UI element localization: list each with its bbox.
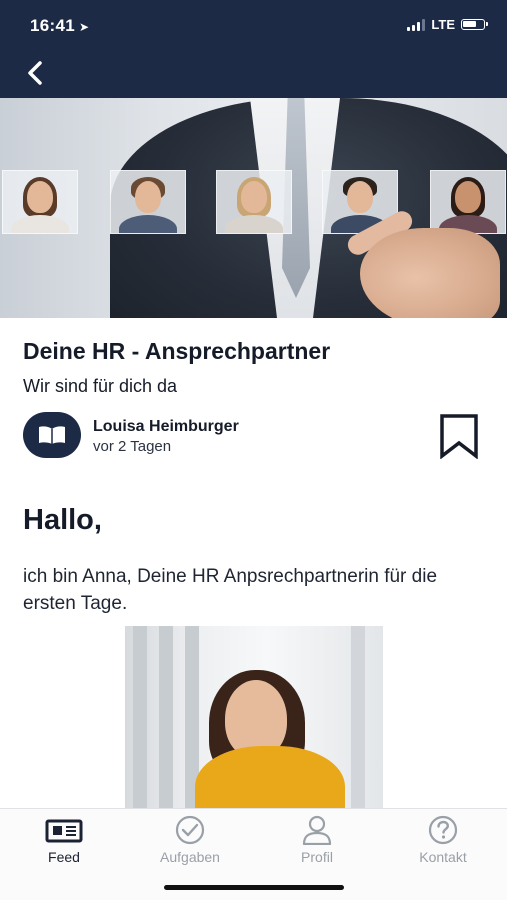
post-timestamp: vor 2 Tagen	[93, 438, 172, 455]
newspaper-icon	[45, 819, 83, 843]
bookmark-icon	[440, 414, 478, 459]
home-indicator	[164, 885, 344, 890]
hr-contact-photo	[125, 626, 383, 810]
portrait-thumbnail	[216, 170, 292, 234]
tab-kontakt[interactable]: Kontakt	[393, 815, 493, 873]
article-subtitle: Wir sind für dich da	[23, 376, 178, 396]
back-button[interactable]	[20, 58, 50, 88]
tab-label: Profil	[301, 849, 333, 865]
status-time-text: 16:41	[30, 16, 75, 35]
checkmark-circle-icon	[175, 815, 205, 845]
signal-strength-icon	[407, 18, 426, 31]
portrait-row	[0, 170, 507, 236]
location-arrow-icon: ➤	[78, 20, 90, 34]
network-type: LTE	[431, 17, 455, 32]
intro-paragraph: ich bin Anna, Deine HR Anpsrechpartnerin…	[23, 566, 438, 614]
status-time: 16:41 ➤	[30, 16, 89, 36]
tab-label: Aufgaben	[160, 849, 220, 865]
question-circle-icon	[428, 815, 458, 845]
chevron-left-icon	[28, 61, 42, 85]
open-book-icon	[39, 426, 65, 444]
author-name: Louisa Heimburger	[93, 418, 239, 435]
portrait-thumbnail	[430, 170, 506, 234]
tab-label: Kontakt	[419, 849, 467, 865]
bookmark-button[interactable]	[436, 412, 482, 460]
top-navigation-bar: 16:41 ➤ LTE	[0, 0, 507, 98]
status-indicators: LTE	[407, 17, 488, 32]
article-title: Deine HR - Ansprechpartner	[23, 338, 331, 364]
battery-icon	[461, 19, 488, 30]
tab-label: Feed	[48, 849, 80, 865]
tab-feed[interactable]: Feed	[14, 815, 114, 873]
person-icon	[302, 815, 332, 845]
portrait-thumbnail	[110, 170, 186, 234]
hero-image	[0, 98, 507, 318]
tab-aufgaben[interactable]: Aufgaben	[140, 815, 240, 873]
greeting-heading: Hallo,	[23, 504, 102, 536]
author-avatar	[23, 412, 81, 458]
tab-profil[interactable]: Profil	[267, 815, 367, 873]
portrait-thumbnail	[2, 170, 78, 234]
